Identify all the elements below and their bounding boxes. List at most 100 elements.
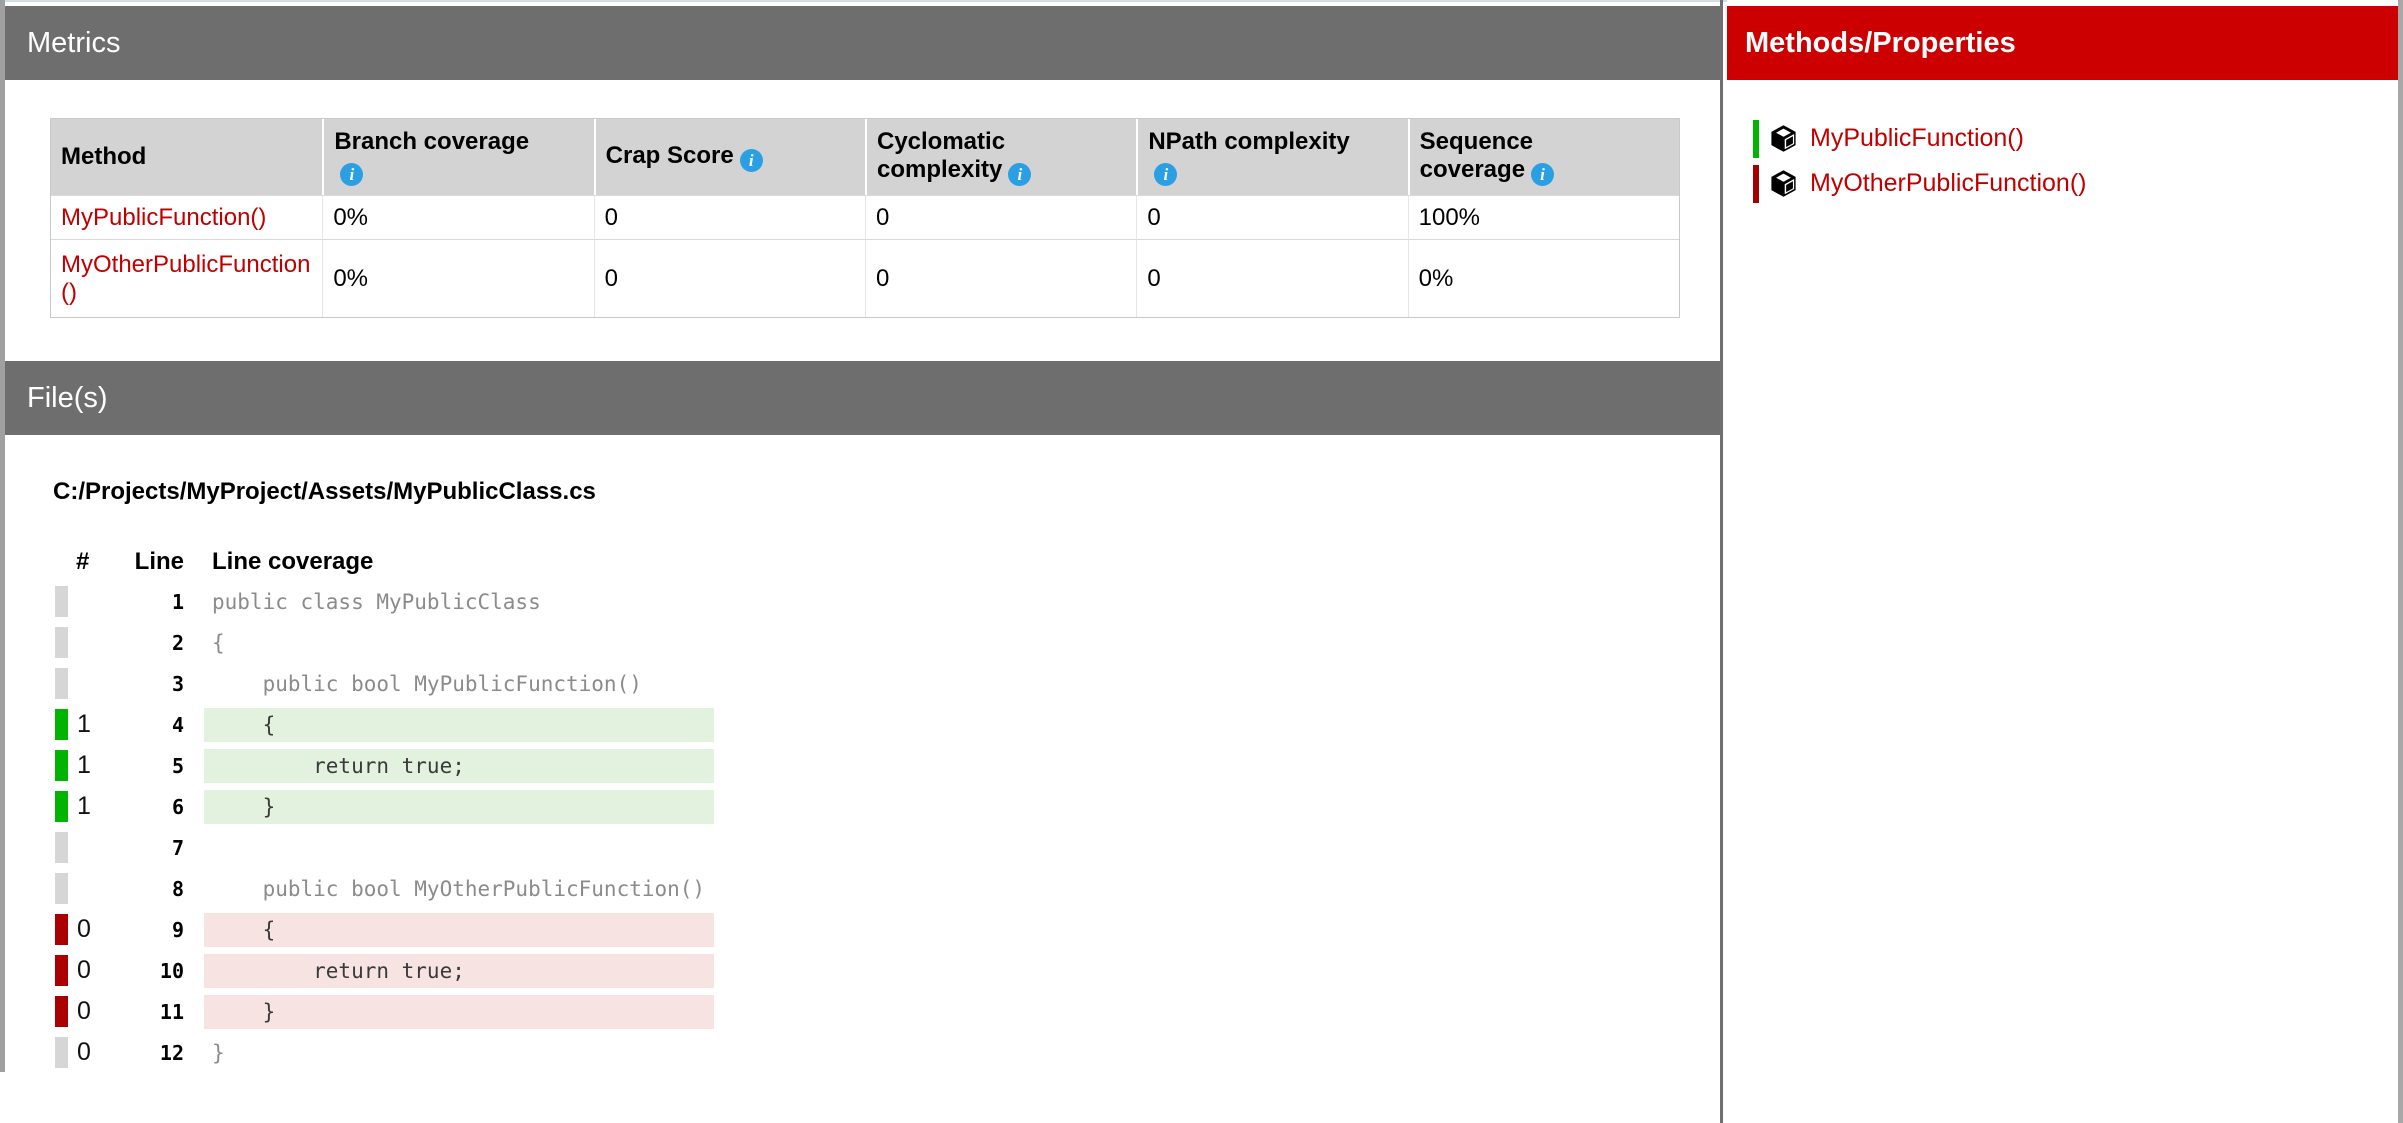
metric-value-cell: 0 bbox=[865, 195, 1136, 239]
main-content: Metrics MethodBranch coverageiCrap Score… bbox=[5, 0, 1720, 1123]
sidebar-title: Methods/Properties bbox=[1745, 27, 2016, 59]
info-icon[interactable]: i bbox=[1008, 163, 1031, 186]
sidebar: Methods/Properties MyPublicFunction() MyO… bbox=[1727, 0, 2398, 1123]
method-link[interactable]: MyPublicFunction() bbox=[1810, 124, 2024, 153]
line-number: 7 bbox=[114, 836, 184, 860]
coverage-indicator bbox=[55, 832, 68, 863]
code-line-row: 3 public bool MyPublicFunction() bbox=[55, 663, 714, 704]
line-number: 6 bbox=[114, 795, 184, 819]
column-header-crap-score: Crap Scorei bbox=[594, 119, 865, 195]
method-cell: MyPublicFunction() bbox=[51, 195, 322, 239]
column-header-line: Method bbox=[61, 143, 312, 171]
metric-value-cell: 0 bbox=[865, 239, 1136, 317]
code-text: { bbox=[204, 708, 714, 742]
code-text: public bool MyPublicFunction() bbox=[204, 667, 714, 701]
line-number: 1 bbox=[114, 590, 184, 614]
column-header-line: Crap Scorei bbox=[606, 142, 855, 172]
code-line-row: 010 return true; bbox=[55, 950, 714, 991]
coverage-indicator bbox=[55, 914, 68, 945]
code-text: { bbox=[204, 913, 714, 947]
hit-count: 0 bbox=[68, 956, 114, 985]
column-header-cyclomatic-complexity: Cyclomaticcomplexityi bbox=[865, 119, 1136, 195]
hit-count: 1 bbox=[68, 710, 114, 739]
metric-value-cell: 0% bbox=[1408, 239, 1679, 317]
coverage-status-bar bbox=[1753, 120, 1759, 158]
info-icon[interactable]: i bbox=[740, 149, 763, 172]
file-path: C:/Projects/MyProject/Assets/MyPublicCla… bbox=[53, 478, 596, 506]
method-link[interactable]: MyPublicFunction() bbox=[61, 204, 266, 231]
code-line-row: 012} bbox=[55, 1032, 714, 1073]
line-number: 4 bbox=[114, 713, 184, 737]
method-link[interactable]: MyOtherPublicFunction() bbox=[61, 251, 310, 306]
line-coverage-header: # Line Line coverage bbox=[55, 543, 714, 581]
coverage-indicator bbox=[55, 750, 68, 781]
code-text bbox=[204, 831, 714, 865]
coverage-indicator bbox=[55, 873, 68, 904]
code-text: } bbox=[204, 995, 714, 1029]
metric-value-cell: 100% bbox=[1408, 195, 1679, 239]
info-icon[interactable]: i bbox=[1154, 163, 1177, 186]
column-header-line: NPath complexity bbox=[1148, 128, 1397, 156]
coverage-indicator bbox=[55, 586, 68, 617]
method-link[interactable]: MyOtherPublicFunction() bbox=[1810, 169, 2086, 198]
coverage-column-header: Line coverage bbox=[204, 548, 714, 576]
table-row: MyOtherPublicFunction()0%0000% bbox=[51, 239, 1679, 317]
right-scrollbar[interactable] bbox=[2398, 0, 2403, 1123]
column-header-npath-complexity: NPath complexity i bbox=[1136, 119, 1407, 195]
table-row: MyPublicFunction()0%000100% bbox=[51, 195, 1679, 239]
hit-count: 1 bbox=[68, 792, 114, 821]
files-section-title: File(s) bbox=[27, 382, 108, 414]
metric-value-cell: 0% bbox=[322, 239, 593, 317]
code-line-row: 09 { bbox=[55, 909, 714, 950]
column-header-line: Sequence bbox=[1420, 128, 1669, 156]
line-number: 8 bbox=[114, 877, 184, 901]
info-icon[interactable]: i bbox=[1531, 163, 1554, 186]
info-icon[interactable]: i bbox=[340, 163, 363, 186]
column-header-branch-coverage: Branch coverage i bbox=[322, 119, 593, 195]
column-header-line: i bbox=[1148, 156, 1397, 186]
coverage-indicator bbox=[55, 955, 68, 986]
column-header-line: coveragei bbox=[1420, 156, 1669, 186]
hit-count: 0 bbox=[68, 997, 114, 1026]
column-header-line: Branch coverage bbox=[334, 128, 583, 156]
line-coverage-table: # Line Line coverage 1public class MyPub… bbox=[55, 543, 714, 1073]
line-number: 11 bbox=[114, 1000, 184, 1024]
code-line-row: 16 } bbox=[55, 786, 714, 827]
code-text: { bbox=[204, 626, 714, 660]
line-number: 5 bbox=[114, 754, 184, 778]
method-cell: MyOtherPublicFunction() bbox=[51, 239, 322, 317]
code-line-row: 14 { bbox=[55, 704, 714, 745]
code-text: return true; bbox=[204, 749, 714, 783]
line-number: 3 bbox=[114, 672, 184, 696]
line-column-header: Line bbox=[114, 548, 184, 576]
code-line-row: 1public class MyPublicClass bbox=[55, 581, 714, 622]
coverage-indicator bbox=[55, 791, 68, 822]
coverage-indicator bbox=[55, 996, 68, 1027]
column-header-sequence-coverage: Sequencecoveragei bbox=[1408, 119, 1679, 195]
line-number: 10 bbox=[114, 959, 184, 983]
code-text: public bool MyOtherPublicFunction() bbox=[204, 872, 714, 906]
code-line-row: 7 bbox=[55, 827, 714, 868]
coverage-indicator bbox=[55, 627, 68, 658]
code-text: } bbox=[204, 790, 714, 824]
metric-value-cell: 0 bbox=[594, 195, 865, 239]
sidebar-method-item[interactable]: MyOtherPublicFunction() bbox=[1753, 161, 2086, 206]
line-number: 2 bbox=[114, 631, 184, 655]
sidebar-method-item[interactable]: MyPublicFunction() bbox=[1753, 116, 2086, 161]
metrics-section-header: Metrics bbox=[5, 6, 1720, 80]
column-header-line: Cyclomatic bbox=[877, 128, 1126, 156]
code-line-row: 8 public bool MyOtherPublicFunction() bbox=[55, 868, 714, 909]
metrics-table: MethodBranch coverageiCrap ScoreiCycloma… bbox=[50, 118, 1680, 318]
metric-value-cell: 0 bbox=[1136, 195, 1407, 239]
code-line-row: 011 } bbox=[55, 991, 714, 1032]
files-section-header: File(s) bbox=[5, 361, 1720, 435]
hit-count: 0 bbox=[68, 915, 114, 944]
hit-count: 1 bbox=[68, 751, 114, 780]
hit-count: 0 bbox=[68, 1038, 114, 1067]
sidebar-header: Methods/Properties bbox=[1727, 6, 2398, 80]
code-text: } bbox=[204, 1036, 714, 1070]
metric-value-cell: 0 bbox=[1136, 239, 1407, 317]
coverage-indicator bbox=[55, 709, 68, 740]
code-text: return true; bbox=[204, 954, 714, 988]
metric-value-cell: 0 bbox=[594, 239, 865, 317]
